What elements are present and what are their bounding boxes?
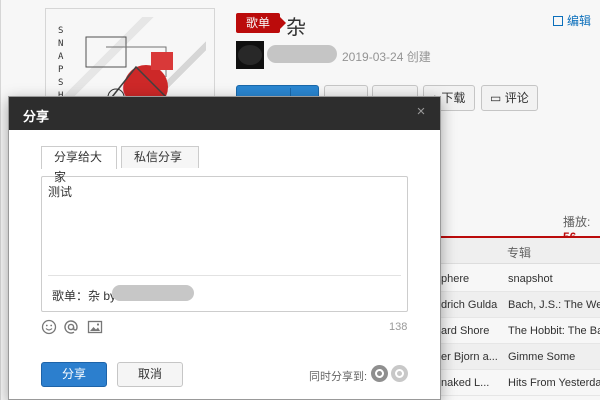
weibo-icon[interactable]: [371, 365, 388, 382]
image-icon[interactable]: [87, 319, 103, 335]
douban-icon[interactable]: [391, 365, 408, 382]
tab-share-public[interactable]: 分享给大家: [41, 146, 117, 184]
tab-share-private[interactable]: 私信分享: [121, 146, 199, 168]
share-dialog: 分享 × 分享给大家 私信分享 测试 歌单：杂 by 138 分享 取消 同时分…: [8, 96, 441, 400]
sync-share-label: 同时分享到:: [309, 371, 368, 383]
at-icon[interactable]: [63, 319, 79, 335]
char-counter: 138: [389, 321, 408, 333]
dialog-header[interactable]: 分享 ×: [9, 97, 440, 130]
emoji-icon[interactable]: [41, 319, 57, 335]
editor-divider: [48, 275, 401, 276]
dialog-title: 分享: [23, 109, 50, 124]
cancel-button[interactable]: 取消: [117, 362, 183, 387]
shared-playlist-reference: 歌单：杂 by: [52, 289, 117, 303]
close-icon[interactable]: ×: [414, 104, 428, 119]
share-submit-button[interactable]: 分享: [41, 362, 107, 387]
blurred-username: [112, 285, 194, 301]
share-textarea[interactable]: 测试 歌单：杂 by: [41, 176, 408, 312]
